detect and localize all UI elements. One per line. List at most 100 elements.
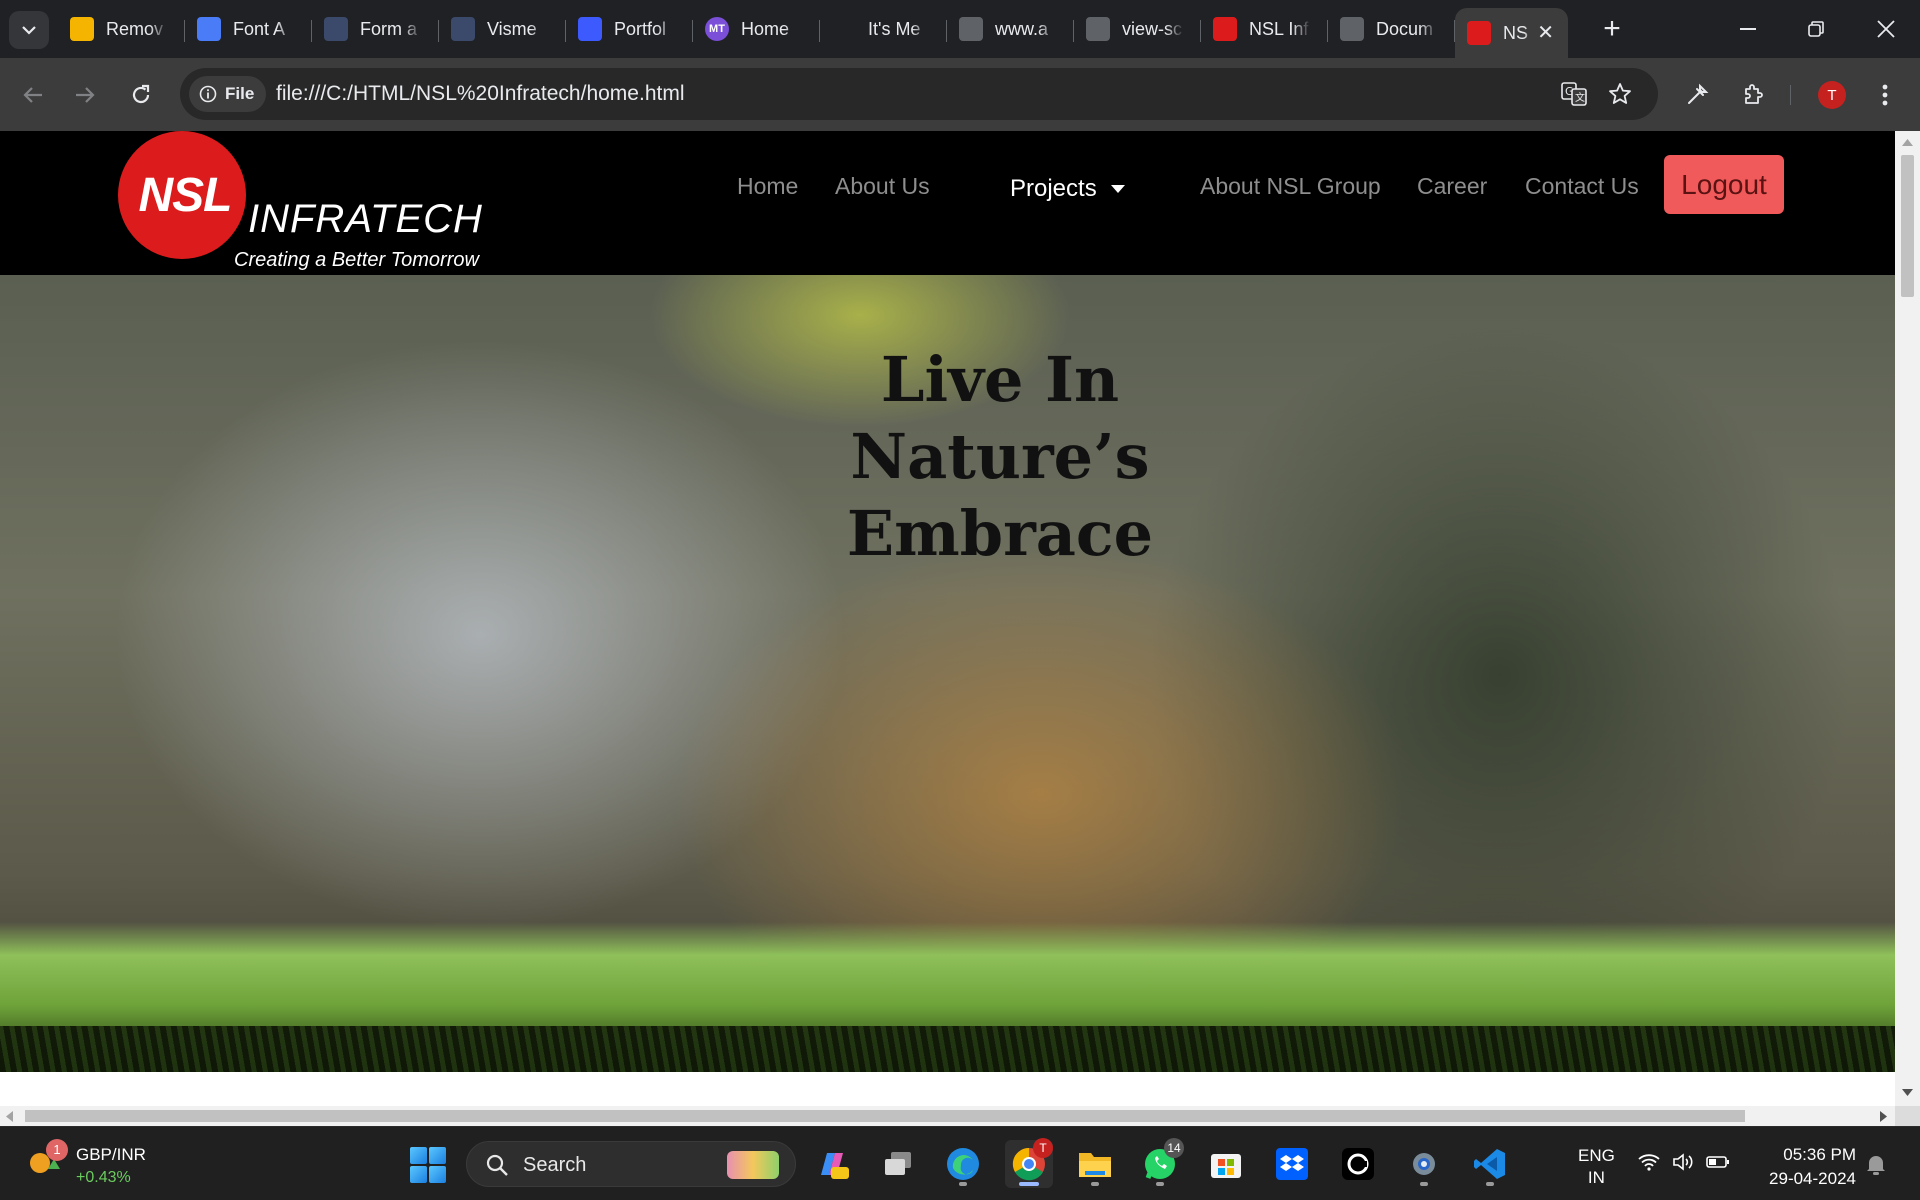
restore-icon <box>1808 21 1824 37</box>
minimize-button[interactable] <box>1714 0 1782 58</box>
new-tab-button[interactable]: + <box>1596 14 1628 46</box>
running-indicator <box>959 1182 967 1186</box>
scrollbar-corner <box>1895 1106 1920 1126</box>
capcut-icon <box>1342 1148 1374 1180</box>
scroll-left-icon[interactable] <box>6 1111 13 1122</box>
tab-title: Remov <box>106 18 164 39</box>
browser-tab[interactable]: view-sc <box>1074 0 1201 58</box>
tab-favicon-icon <box>578 17 602 41</box>
browser-tab[interactable]: Font A <box>185 0 312 58</box>
notification-bell-icon[interactable] <box>1866 1153 1886 1175</box>
browser-tab-active[interactable]: NS ✕ <box>1455 8 1568 58</box>
tab-list: Remov Font A Form a Visme Portfol MT Home It's … <box>58 0 1568 58</box>
browser-tab[interactable]: Docum <box>1328 0 1455 58</box>
vertical-scroll-thumb[interactable] <box>1901 155 1914 297</box>
browser-menu-button[interactable] <box>1868 78 1902 112</box>
tab-title: NSL Inf <box>1249 18 1309 39</box>
tab-search-button[interactable] <box>9 11 49 49</box>
tab-favicon-icon <box>832 17 856 41</box>
url-text[interactable]: file:///C:/HTML/NSL%20Infratech/home.htm… <box>276 82 685 106</box>
forward-button[interactable] <box>68 78 102 112</box>
back-button[interactable] <box>16 78 50 112</box>
windows-logo-pane <box>410 1147 427 1164</box>
browser-tab[interactable]: Visme <box>439 0 566 58</box>
hero-title-line: Nature’s <box>850 420 1150 493</box>
taskbar-dropbox[interactable] <box>1268 1140 1316 1188</box>
hero-title-line: Live In <box>880 343 1120 416</box>
vertical-scrollbar[interactable] <box>1895 131 1920 1106</box>
tab-title: www.a <box>995 18 1049 39</box>
nav-about-us[interactable]: About Us <box>835 173 930 200</box>
input-language[interactable]: ENG IN <box>1578 1145 1615 1189</box>
nav-projects-label: Projects <box>1010 175 1097 202</box>
translate-icon: G文 <box>1561 82 1587 106</box>
translate-button[interactable]: G文 <box>1560 80 1588 108</box>
taskbar-file-explorer[interactable] <box>1071 1140 1119 1188</box>
extensions-button[interactable] <box>1736 78 1770 112</box>
profile-avatar[interactable]: T <box>1818 81 1846 109</box>
nav-career[interactable]: Career <box>1417 173 1487 200</box>
browser-tab[interactable]: Remov <box>58 0 185 58</box>
scroll-up-icon[interactable] <box>1902 139 1913 146</box>
logout-button[interactable]: Logout <box>1664 155 1784 214</box>
logo-mark: NSL <box>138 168 233 222</box>
folder-icon <box>1079 1153 1111 1177</box>
running-indicator <box>1420 1182 1428 1186</box>
windows-logo-pane <box>429 1147 446 1164</box>
address-bar[interactable]: File file:///C:/HTML/NSL%20Infratech/hom… <box>180 68 1658 120</box>
reload-button[interactable] <box>124 78 158 112</box>
browser-tab[interactable]: MT Home <box>693 0 820 58</box>
running-indicator <box>1156 1182 1164 1186</box>
browser-tab[interactable]: NSL Inf <box>1201 0 1328 58</box>
arrow-left-icon <box>23 87 42 103</box>
close-window-button[interactable] <box>1852 0 1920 58</box>
horizontal-scrollbar[interactable] <box>0 1106 1895 1126</box>
bookmark-button[interactable] <box>1606 80 1634 108</box>
nav-contact-us[interactable]: Contact Us <box>1525 173 1639 200</box>
restore-button[interactable] <box>1782 0 1850 58</box>
taskbar-chrome[interactable]: T <box>1005 1138 1053 1188</box>
taskbar-capcut[interactable] <box>1334 1140 1382 1188</box>
browser-tab[interactable]: www.a <box>947 0 1074 58</box>
browser-tab[interactable]: Portfol <box>566 0 693 58</box>
taskbar-vscode[interactable] <box>1466 1140 1514 1188</box>
currency-pair: GBP/INR <box>76 1145 146 1164</box>
taskbar-search[interactable]: Search <box>466 1141 796 1187</box>
hero-banner: Live In Nature’s Embrace <box>0 275 1895 1072</box>
taskbar-task-view[interactable] <box>874 1140 922 1188</box>
scroll-down-icon[interactable] <box>1902 1089 1913 1096</box>
tab-close-icon[interactable]: ✕ <box>1537 20 1554 45</box>
browser-tab[interactable]: It's Me <box>820 0 947 58</box>
system-clock[interactable]: 05:36 PM 29-04-2024 <box>1750 1143 1856 1191</box>
wifi-icon <box>1638 1154 1660 1171</box>
nav-about-nsl-group[interactable]: About NSL Group <box>1200 173 1381 200</box>
taskbar-settings[interactable] <box>1400 1140 1448 1188</box>
taskbar-whatsapp[interactable]: 14 <box>1136 1138 1184 1188</box>
taskbar-copilot[interactable] <box>808 1140 856 1188</box>
site-info-chip[interactable]: File <box>189 76 267 112</box>
start-button[interactable] <box>410 1147 446 1183</box>
minimize-icon <box>1740 28 1756 30</box>
browser-tab-strip: Remov Font A Form a Visme Portfol MT Home It's … <box>0 0 1920 58</box>
svg-text:文: 文 <box>1575 91 1585 104</box>
clock-time: 05:36 PM <box>1783 1145 1856 1164</box>
currency-widget[interactable]: 1 GBP/INR +0.43% <box>20 1137 180 1191</box>
site-logo[interactable]: NSL INFRATECH Creating a Better Tomorrow <box>118 131 498 275</box>
dropbox-icon <box>1276 1148 1308 1180</box>
browser-toolbar: File file:///C:/HTML/NSL%20Infratech/hom… <box>0 58 1920 131</box>
tab-favicon-icon <box>70 17 94 41</box>
browser-tab[interactable]: Form a <box>312 0 439 58</box>
nav-projects-dropdown[interactable]: Projects <box>1010 175 1125 203</box>
system-tray[interactable] <box>1638 1153 1730 1171</box>
taskbar-microsoft-store[interactable] <box>1202 1140 1250 1188</box>
tab-title: Visme <box>487 18 537 39</box>
site-info-label: File <box>225 84 255 103</box>
taskbar-search-label: Search <box>523 1154 587 1176</box>
scroll-right-icon[interactable] <box>1880 1111 1887 1122</box>
eyedropper-button[interactable] <box>1680 78 1714 112</box>
nav-home[interactable]: Home <box>737 173 798 200</box>
taskbar-edge[interactable] <box>939 1140 987 1188</box>
tab-title: NS <box>1503 22 1529 43</box>
tab-title: Home <box>741 18 790 39</box>
horizontal-scroll-thumb[interactable] <box>25 1110 1745 1122</box>
